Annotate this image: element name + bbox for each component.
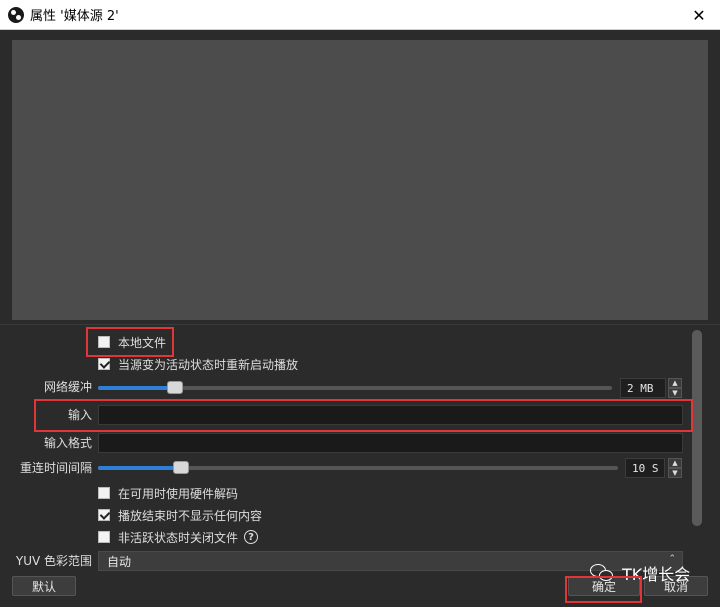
local-file-checkbox[interactable] xyxy=(98,336,110,348)
hw-decode-option[interactable]: 在可用时使用硬件解码 xyxy=(98,484,238,502)
spin-up-icon[interactable]: ▲ xyxy=(668,378,682,388)
divider xyxy=(0,324,720,325)
close-when-inactive-label: 非活跃状态时关闭文件 xyxy=(118,530,239,545)
reconnect-delay-slider-fill xyxy=(98,466,182,470)
restart-on-active-label: 当源变为活动状态时重新启动播放 xyxy=(118,357,299,372)
network-buffer-spin-arrows[interactable]: ▲ ▼ xyxy=(668,378,682,398)
network-buffer-label: 网络缓冲 xyxy=(43,380,92,394)
network-buffer-slider-handle[interactable] xyxy=(167,381,184,394)
network-buffer-slider[interactable] xyxy=(98,381,612,394)
yuv-range-value: 自动 xyxy=(107,554,132,569)
source-preview xyxy=(12,40,708,320)
wechat-icon xyxy=(590,562,616,584)
restart-on-active-option[interactable]: 当源变为活动状态时重新启动播放 xyxy=(98,355,298,373)
help-icon[interactable]: ? xyxy=(244,530,259,544)
hw-decode-label: 在可用时使用硬件解码 xyxy=(118,486,239,501)
defaults-button[interactable]: 默认 xyxy=(12,576,76,596)
scrollbar-thumb[interactable] xyxy=(692,330,702,526)
hide-on-end-label: 播放结束时不显示任何内容 xyxy=(118,508,263,523)
reconnect-delay-slider-handle[interactable] xyxy=(173,461,190,474)
obs-app-icon xyxy=(8,6,24,23)
network-buffer-slider-fill xyxy=(98,386,176,390)
network-buffer-spinbox[interactable]: 2 MB xyxy=(620,378,666,398)
input-label: 输入 xyxy=(67,408,92,422)
local-file-option[interactable]: 本地文件 xyxy=(98,333,166,351)
close-when-inactive-checkbox[interactable] xyxy=(98,531,110,543)
reconnect-delay-slider[interactable] xyxy=(98,461,618,474)
window-title: 属性 '媒体源 2' xyxy=(30,9,119,24)
close-when-inactive-option[interactable]: 非活跃状态时关闭文件 ? xyxy=(98,528,259,546)
input-url-field[interactable] xyxy=(98,405,683,425)
hide-on-end-option[interactable]: 播放结束时不显示任何内容 xyxy=(98,506,262,524)
input-format-label: 输入格式 xyxy=(43,436,92,450)
title-bar: 属性 '媒体源 2' ✕ xyxy=(0,0,720,30)
watermark: TK增长会 xyxy=(590,560,690,586)
spin-down-icon[interactable]: ▼ xyxy=(668,468,682,478)
close-button[interactable]: ✕ xyxy=(688,4,710,26)
reconnect-delay-spin-arrows[interactable]: ▲ ▼ xyxy=(668,458,682,478)
hw-decode-checkbox[interactable] xyxy=(98,487,110,499)
properties-scrollbar[interactable] xyxy=(692,330,702,526)
reconnect-delay-label: 重连时间间隔 xyxy=(19,461,92,475)
yuv-range-label: YUV 色彩范围 xyxy=(15,554,92,568)
spin-up-icon[interactable]: ▲ xyxy=(668,458,682,468)
input-format-field[interactable] xyxy=(98,433,683,453)
reconnect-delay-spinbox[interactable]: 10 S xyxy=(625,458,665,478)
hide-on-end-checkbox[interactable] xyxy=(98,509,110,521)
restart-on-active-checkbox[interactable] xyxy=(98,358,110,370)
local-file-label: 本地文件 xyxy=(118,335,167,350)
spin-down-icon[interactable]: ▼ xyxy=(668,388,682,398)
watermark-text: TK增长会 xyxy=(622,565,691,584)
